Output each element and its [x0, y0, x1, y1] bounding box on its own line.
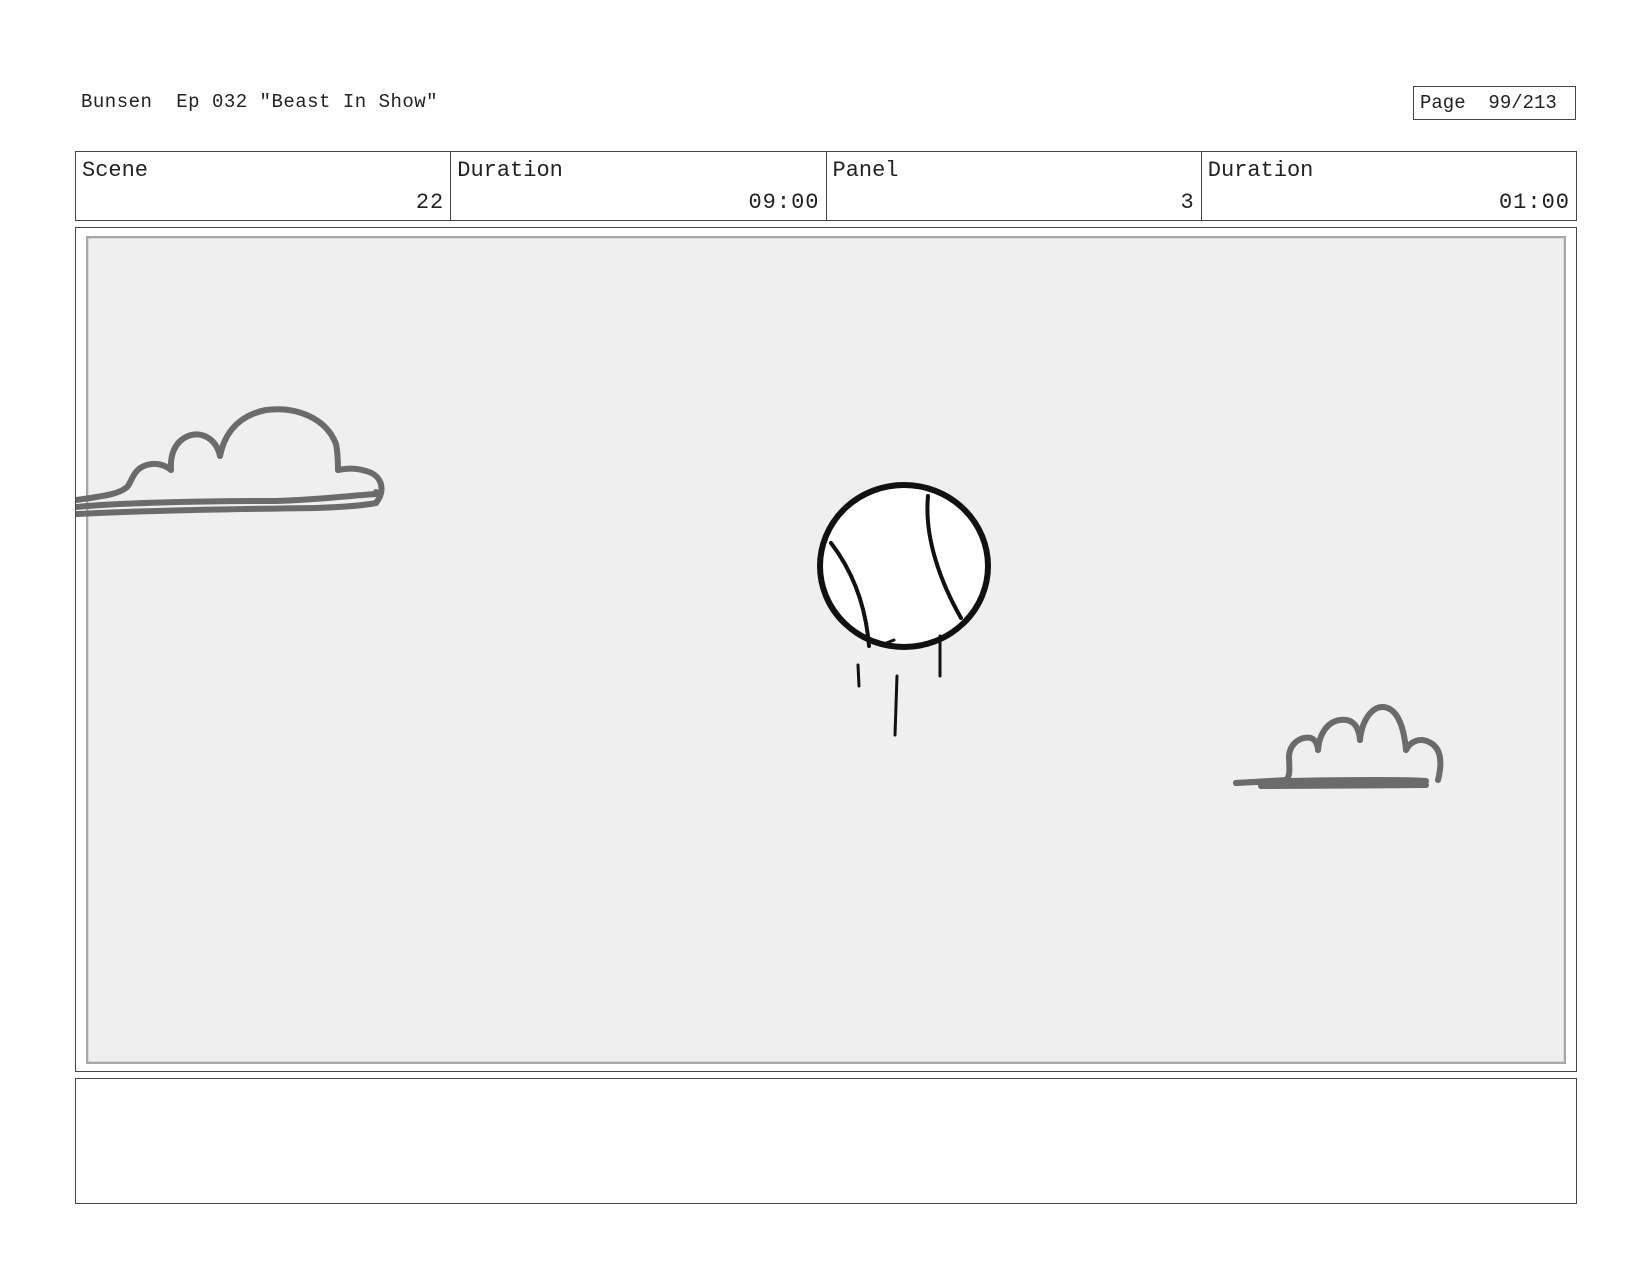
scene-duration-value: 09:00 [748, 190, 820, 215]
storyboard-panel [75, 227, 1577, 1072]
page-indicator: Page 99/213 [1413, 86, 1576, 120]
scene-value: 22 [415, 190, 445, 215]
baseball [817, 482, 991, 737]
panel-info-table: Scene 22 Duration 09:00 Panel 3 Duration… [75, 151, 1577, 221]
board-title: Bunsen Ep 032 "Beast In Show" [81, 91, 438, 113]
scene-cell: Scene 22 [76, 152, 452, 220]
panel-duration-cell: Duration 01:00 [1202, 152, 1576, 220]
panel-duration-value: 01:00 [1498, 190, 1570, 215]
scene-duration-cell: Duration 09:00 [451, 152, 827, 220]
panel-duration-label: Duration [1207, 158, 1314, 183]
panel-label: Panel [832, 158, 899, 183]
panel-cell: Panel 3 [827, 152, 1202, 220]
panel-drawing [76, 406, 1444, 789]
page-number: 99/213 [1488, 92, 1557, 114]
page-label: Page [1420, 92, 1466, 114]
panel-notes [75, 1078, 1577, 1204]
scene-duration-label: Duration [457, 158, 563, 183]
episode-title: Ep 032 "Beast In Show" [176, 91, 439, 113]
cloud-left [76, 406, 385, 517]
show-name: Bunsen [81, 91, 153, 113]
cloud-right [1233, 704, 1444, 789]
panel-value: 3 [1180, 190, 1195, 215]
scene-label: Scene [82, 158, 149, 183]
